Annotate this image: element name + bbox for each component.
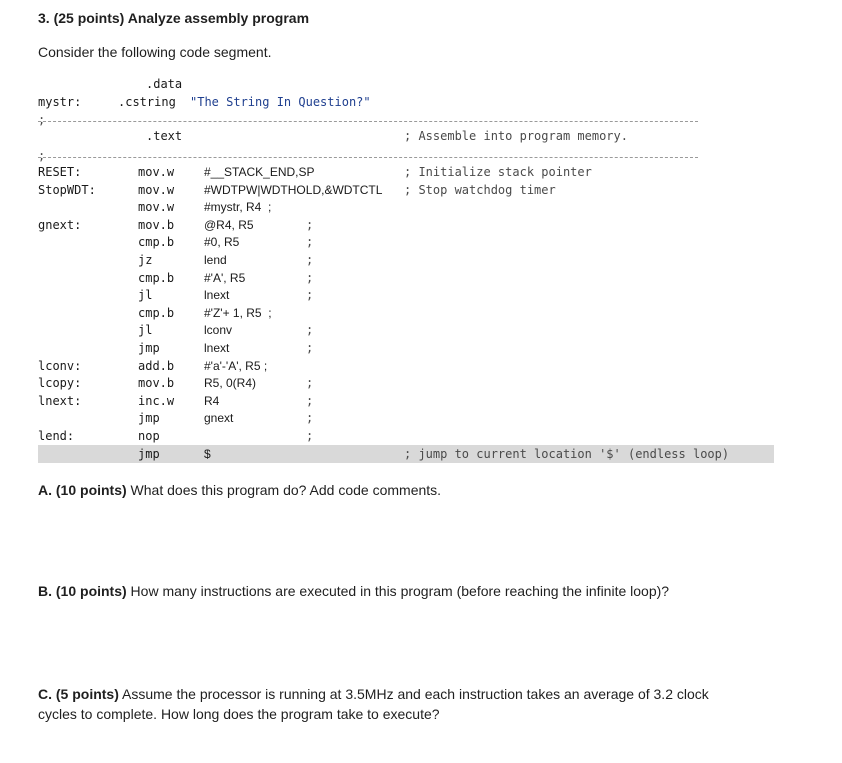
code-comment: ; Stop watchdog timer [404, 182, 556, 197]
code-operands: R5, 0(R4) [204, 376, 257, 391]
code-opcode: mov.w [138, 200, 175, 215]
code-operands: #'a'-'A', R5 ; [204, 358, 268, 373]
part-a: A. (10 points) What does this program do… [38, 482, 441, 498]
code-operands: lconv [204, 323, 233, 338]
part-c-text-1: Assume the processor is running at 3.5MH… [118, 686, 709, 702]
code-operands: gnext [204, 411, 234, 426]
code-opcode: jmp [138, 446, 160, 461]
code-opcode: inc.w [138, 393, 175, 408]
code-comment: ; jump to current location '$' (endless … [404, 446, 730, 461]
code-operands: @R4, R5 [204, 217, 254, 232]
code-comment: ; [306, 411, 314, 426]
code-operands: #'Z'+ 1, R5 ; [204, 305, 272, 320]
code-comment: ; [306, 253, 314, 267]
part-a-label: A. (10 points) [38, 482, 127, 498]
separator-comment-2: ; [38, 149, 46, 163]
code-label: lcopy: [38, 376, 82, 391]
code-operands: #'A', R5 [204, 270, 246, 285]
part-b-text: How many instructions are executed in th… [126, 583, 670, 599]
code-opcode: jmp [138, 411, 160, 426]
code-opcode: jz [138, 253, 153, 267]
code-opcode: mov.b [138, 376, 175, 391]
code-operands: R4 [204, 393, 220, 408]
code-opcode: cmp.b [138, 235, 175, 250]
part-a-text: What does this program do? Add code comm… [126, 482, 442, 498]
code-opcode: jmp [138, 341, 160, 355]
code-opcode: jl [138, 323, 153, 338]
mystr-label: mystr: [38, 95, 82, 109]
code-opcode: mov.w [138, 182, 175, 197]
data-directive: .data [146, 77, 183, 91]
code-comment: ; [306, 323, 314, 338]
text-directive: .text [146, 129, 183, 143]
separator-line-1 [38, 121, 698, 122]
code-comment: ; [306, 270, 314, 285]
code-opcode: cmp.b [138, 270, 175, 285]
code-operands: #0, R5 [204, 235, 240, 250]
code-operands: lnext [204, 341, 230, 355]
code-label: gnext: [38, 217, 82, 232]
code-operands: #__STACK_END,SP [204, 165, 315, 179]
code-operands: #mystr, R4 ; [204, 200, 272, 215]
code-comment: ; [306, 393, 314, 408]
part-c-label: C. (5 points) [38, 686, 119, 702]
cstring-value: "The String In Question?" [190, 95, 371, 109]
code-comment: ; [306, 217, 314, 232]
code-label: lnext: [38, 393, 82, 408]
part-c-line-2: cycles to complete. How long does the pr… [38, 706, 440, 722]
code-comment: ; [306, 429, 314, 443]
code-label: lend: [38, 429, 75, 443]
code-opcode: mov.b [138, 217, 175, 232]
code-label: lconv: [38, 358, 82, 373]
code-label: StopWDT: [38, 182, 96, 197]
code-opcode: mov.w [138, 165, 175, 179]
code-comment: ; [306, 235, 314, 250]
separator-comment-1: ; [38, 113, 46, 127]
code-operands: #WDTPW|WDTHOLD,&WDTCTL [204, 182, 383, 197]
code-comment: ; [306, 341, 314, 355]
text-comment: ; Assemble into program memory. [404, 129, 628, 143]
code-opcode: jl [138, 288, 153, 303]
code-operands: lnext [204, 288, 230, 303]
code-label: RESET: [38, 165, 82, 179]
code-operands: $ [204, 446, 211, 461]
question-heading: 3. (25 points) Analyze assembly program [38, 10, 310, 26]
code-comment: ; [306, 288, 314, 303]
code-opcode: nop [138, 429, 160, 443]
part-b: B. (10 points) How many instructions are… [38, 583, 669, 599]
part-c: C. (5 points) Assume the processor is ru… [38, 686, 709, 702]
code-comment: ; [306, 376, 314, 391]
code-opcode: cmp.b [138, 305, 175, 320]
code-opcode: add.b [138, 358, 175, 373]
code-operands: lend [204, 253, 227, 267]
separator-line-2 [38, 157, 698, 158]
question-intro: Consider the following code segment. [38, 44, 272, 60]
code-comment: ; Initialize stack pointer [404, 165, 592, 179]
part-b-label: B. (10 points) [38, 583, 127, 599]
cstring-directive: .cstring [118, 95, 176, 109]
